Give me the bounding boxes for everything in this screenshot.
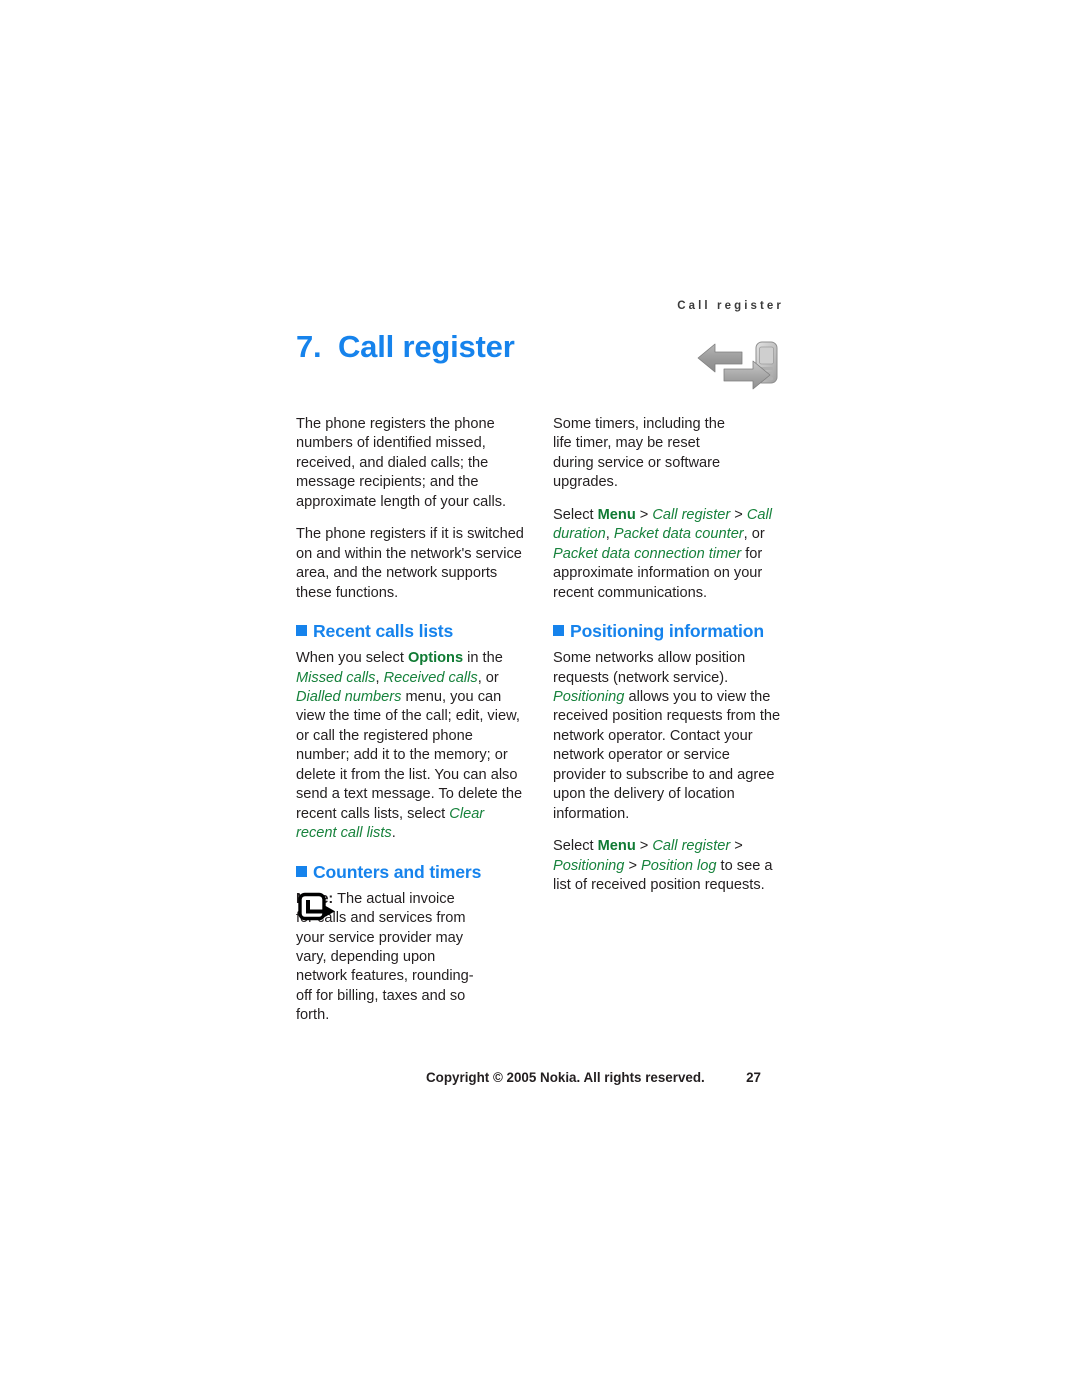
text-frag: When you select: [296, 650, 408, 667]
text-frag: , or: [477, 669, 499, 686]
text-frag: >: [730, 506, 747, 523]
ui-menu: Menu: [597, 838, 636, 855]
ui-positioning: Positioning: [553, 857, 625, 874]
left-column: The phone registers the phone numbers of…: [296, 415, 528, 1039]
ui-menu: Menu: [597, 506, 636, 523]
text-frag: >: [730, 838, 743, 855]
square-bullet-icon: [296, 625, 307, 637]
right-column: Some timers, including the life timer, m…: [553, 415, 785, 909]
text-frag: Some networks allow position requests (n…: [553, 650, 746, 686]
ui-missed-calls: Missed calls: [296, 669, 376, 686]
text-frag: .: [391, 825, 396, 842]
text-frag: , or: [743, 526, 765, 543]
ui-packet-data-connection-timer: Packet data connection timer: [553, 545, 742, 562]
text-frag: Select: [553, 506, 598, 523]
section-heading-counters-and-timers: Counters and timers: [296, 861, 528, 883]
ui-dialled-numbers: Dialled numbers: [296, 688, 402, 705]
right-para-select-positioning: Select Menu > Call register > Positionin…: [553, 837, 785, 895]
recent-calls-lists-body: When you select Options in the Missed ca…: [296, 649, 528, 844]
text-frag: >: [635, 506, 653, 523]
section-heading-text: Positioning information: [570, 621, 764, 642]
left-para-1: The phone registers the phone numbers of…: [296, 416, 507, 510]
page-title: 7. Call register: [296, 329, 515, 365]
section-heading-text: Counters and timers: [313, 861, 482, 882]
ui-packet-data-counter: Packet data counter: [613, 526, 744, 543]
text-frag: >: [635, 838, 653, 855]
call-register-arrows-icon: [694, 336, 786, 398]
text-frag: Select: [553, 838, 598, 855]
ui-call-register: Call register: [652, 838, 731, 855]
ui-received-calls: Received calls: [383, 669, 478, 686]
right-para-1: Some timers, including the life timer, m…: [553, 416, 725, 491]
text-frag: allows you to view the received position…: [553, 688, 781, 822]
page-number: 27: [746, 1070, 761, 1085]
section-heading-recent-calls-lists: Recent calls lists: [296, 620, 528, 642]
running-header: Call register: [677, 300, 784, 312]
text-frag: ,: [375, 669, 384, 686]
ui-options: Options: [407, 650, 464, 667]
note-block: Note: The actual invoice for calls and s…: [296, 890, 528, 1026]
section-heading-text: Recent calls lists: [313, 621, 454, 642]
copyright-text: Copyright © 2005 Nokia. All rights reser…: [426, 1070, 705, 1085]
ui-call-register: Call register: [652, 506, 731, 523]
chapter-number: 7.: [296, 329, 322, 364]
left-para-2: The phone registers if it is switched on…: [296, 526, 524, 601]
text-frag: >: [624, 857, 642, 874]
square-bullet-icon: [296, 865, 307, 877]
ui-position-log: Position log: [641, 857, 717, 874]
text-frag: ,: [605, 526, 614, 543]
square-bullet-icon: [553, 625, 564, 637]
text-frag: menu, you can view the time of the call;…: [296, 688, 523, 822]
positioning-information-body: Some networks allow position requests (n…: [553, 649, 785, 824]
note-arrow-icon: [298, 892, 338, 922]
chapter-title-text: Call register: [338, 329, 515, 364]
text-frag: in the: [463, 650, 503, 667]
section-heading-positioning-information: Positioning information: [553, 620, 785, 642]
manual-page: Call register 7. Call register The phone…: [0, 0, 1080, 1397]
ui-positioning: Positioning: [553, 688, 625, 705]
right-para-select-call-register: Select Menu > Call register > Call durat…: [553, 506, 785, 603]
